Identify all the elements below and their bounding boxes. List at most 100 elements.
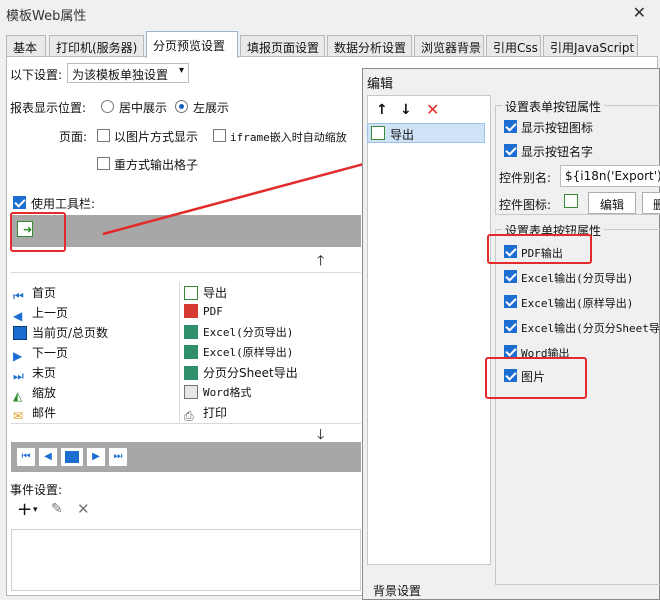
pdf-highlight — [487, 234, 592, 264]
zoom-icon: ◭ — [13, 389, 23, 403]
add-icon[interactable]: + — [17, 499, 32, 520]
word-icon — [184, 385, 198, 399]
export-icon — [184, 286, 198, 300]
image-highlight — [485, 357, 587, 399]
position-label: 报表显示位置: — [10, 101, 87, 115]
excel-original-label: Excel输出(原样导出) — [521, 297, 634, 310]
show-icon-label: 显示按钮图标 — [521, 121, 594, 135]
pdf-icon — [184, 304, 198, 318]
chevron-down-icon: ▾ — [178, 65, 184, 76]
list-item-first-page[interactable]: ⏮ 首页 — [13, 284, 56, 304]
prev-page-icon[interactable]: ◀ — [39, 448, 57, 466]
window-title: 模板Web属性 — [6, 9, 87, 24]
mail-icon: ✉ — [13, 409, 24, 423]
export-icon — [371, 126, 385, 140]
page-label: 页面: — [59, 130, 88, 144]
reprint-label: 重方式输出格子 — [114, 158, 199, 172]
alias-input[interactable]: ${i18n('Export')} — [560, 165, 660, 187]
toolbar-checkbox[interactable] — [13, 196, 26, 209]
list-item-export[interactable]: 导出 — [184, 284, 227, 304]
next-page-icon[interactable]: ▶ — [87, 448, 105, 466]
list-item-print[interactable]: ⎙ 打印 — [184, 404, 227, 424]
show-icon-checkbox[interactable] — [504, 120, 517, 133]
prev-page-icon: ◀ — [13, 309, 23, 323]
edit-icon[interactable]: ✎ — [51, 501, 63, 517]
divider — [11, 423, 361, 424]
group-title: 设置表单按钮属性 — [502, 98, 605, 115]
list-item-excel-paged[interactable]: Excel(分页导出) — [184, 324, 293, 344]
dialog-title: 编辑 — [367, 77, 394, 92]
divider — [11, 272, 361, 273]
export-icon — [564, 194, 578, 208]
excel-original-checkbox[interactable] — [504, 295, 517, 308]
list-item-prev-page[interactable]: ◀ 上一页 — [13, 304, 68, 324]
scope-label: 以下设置: — [10, 68, 63, 82]
column-divider — [179, 282, 180, 422]
first-page-icon[interactable]: ⏮ — [17, 448, 35, 466]
chevron-down-icon[interactable]: ▾ — [33, 505, 38, 515]
list-item-excel-sheet[interactable]: 分页分Sheet导出 — [184, 364, 298, 384]
page-count-icon — [13, 326, 27, 340]
list-item-next-page[interactable]: ▶ 下一页 — [13, 344, 68, 364]
events-list — [11, 529, 361, 591]
excel-icon — [184, 366, 198, 380]
image-mode-checkbox[interactable] — [97, 129, 110, 142]
scope-value: 为该模板单独设置 — [72, 68, 169, 82]
center-radio[interactable] — [101, 100, 114, 113]
list-item-pdf[interactable]: PDF — [184, 304, 223, 324]
button-properties-group: 设置表单按钮属性 显示按钮图标 显示按钮名字 控件别名: ${i18n('Exp… — [495, 98, 660, 215]
tab-browser-background[interactable]: 浏览器背景 — [414, 35, 484, 57]
icon-label: 控件图标: — [499, 198, 552, 212]
delete-button[interactable]: 删 — [642, 192, 660, 214]
edit-button[interactable]: 编辑 — [588, 192, 636, 214]
last-page-icon: ⏭ — [13, 369, 24, 383]
tab-javascript[interactable]: 引用JavaScript — [543, 35, 638, 57]
excel-sheet-label: Excel输出(分页分Sheet导出) — [521, 322, 660, 335]
tree-item-export[interactable]: 导出 — [367, 123, 485, 143]
last-page-icon[interactable]: ⏭ — [109, 448, 127, 466]
iframe-label: iframe嵌入时自动缩放 — [230, 131, 347, 144]
center-label: 居中展示 — [119, 101, 168, 115]
left-radio[interactable] — [175, 100, 188, 113]
show-name-label: 显示按钮名字 — [521, 145, 594, 159]
output-options-group: 设置表单按钮属性 PDF输出 Excel输出(分页导出) Excel输出(原样导… — [495, 222, 660, 585]
tab-printer[interactable]: 打印机(服务器) — [49, 35, 144, 57]
arrow-down-icon[interactable]: ↓ — [400, 102, 412, 118]
toolbar-label: 使用工具栏: — [31, 197, 96, 211]
tab-page-preview[interactable]: 分页预览设置 — [146, 31, 238, 58]
list-item-page-count[interactable]: 当前页/总页数 — [13, 324, 108, 344]
events-label: 事件设置: — [10, 483, 63, 497]
list-item-last-page[interactable]: ⏭ 末页 — [13, 364, 56, 384]
show-name-checkbox[interactable] — [504, 144, 517, 157]
list-item-excel-original[interactable]: Excel(原样导出) — [184, 344, 293, 364]
list-item-word[interactable]: Word格式 — [184, 384, 252, 404]
close-icon[interactable]: ✕ — [633, 3, 646, 22]
toolbar-highlight — [10, 212, 66, 252]
tab-css[interactable]: 引用Css — [486, 35, 541, 57]
tab-fill-page[interactable]: 填报页面设置 — [240, 35, 325, 57]
excel-paged-checkbox[interactable] — [504, 270, 517, 283]
alias-label: 控件别名: — [499, 171, 552, 185]
excel-icon — [184, 325, 198, 339]
reprint-checkbox[interactable] — [97, 157, 110, 170]
list-item-mail[interactable]: ✉ 邮件 — [13, 404, 56, 424]
scope-select[interactable]: 为该模板单独设置 ▾ — [67, 63, 189, 83]
edit-dialog: 编辑 ↑ ↓ ✕ 导出 设置表单按钮属性 显示按钮图标 显示按钮名字 控件别名:… — [362, 68, 660, 600]
tab-basic[interactable]: 基本 — [6, 35, 46, 57]
next-page-icon: ▶ — [13, 349, 23, 363]
button-list: ⏮ 首页 ◀ 上一页 当前页/总页数 ▶ 下一页 ⏭ 末页 ◭ 缩放 ✉ 邮件 导出 PDF… — [11, 282, 361, 424]
arrow-up-icon[interactable]: 🡑 — [317, 250, 324, 274]
excel-sheet-checkbox[interactable] — [504, 320, 517, 333]
tab-data-analysis[interactable]: 数据分析设置 — [327, 35, 412, 57]
arrow-up-icon[interactable]: ↑ — [376, 102, 388, 118]
page-count-icon[interactable] — [61, 448, 83, 466]
list-item-zoom[interactable]: ◭ 缩放 — [13, 384, 56, 404]
background-label: 背景设置 — [373, 584, 422, 598]
left-label: 左展示 — [193, 101, 230, 115]
first-page-icon: ⏮ — [13, 289, 24, 303]
printer-icon: ⎙ — [184, 409, 194, 423]
iframe-checkbox[interactable] — [213, 129, 226, 142]
delete-icon[interactable]: ✕ — [426, 100, 439, 119]
delete-icon[interactable]: ✕ — [77, 500, 90, 518]
image-mode-label: 以图片方式显示 — [114, 130, 199, 144]
